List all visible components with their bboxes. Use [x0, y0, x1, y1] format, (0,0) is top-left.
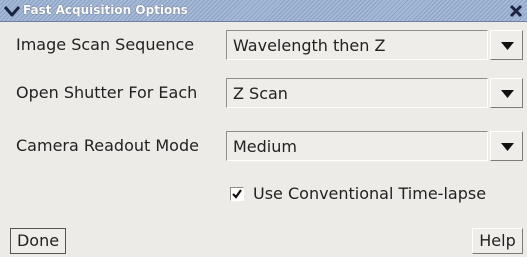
conventional-time-lapse-checkbox[interactable]: [230, 187, 244, 201]
fast-acquisition-options-dialog: Fast Acquisition Options Image Scan Sequ…: [0, 0, 527, 257]
open-shutter-select[interactable]: Z Scan: [226, 78, 488, 108]
image-scan-sequence-select[interactable]: Wavelength then Z: [226, 30, 488, 60]
image-scan-sequence-value: Wavelength then Z: [233, 36, 386, 55]
image-scan-sequence-label: Image Scan Sequence: [16, 35, 195, 54]
done-button[interactable]: Done: [10, 228, 66, 254]
camera-readout-dropdown-button[interactable]: [490, 131, 523, 161]
window-title: Fast Acquisition Options: [23, 3, 188, 17]
triangle-down-icon: [501, 42, 514, 50]
open-shutter-row: Open Shutter For Each Z Scan: [0, 75, 527, 111]
help-button[interactable]: Help: [472, 228, 523, 254]
triangle-down-icon: [501, 143, 514, 151]
conventional-time-lapse-label: Use Conventional Time-lapse: [253, 184, 487, 203]
triangle-down-icon: [501, 90, 514, 98]
camera-readout-value: Medium: [233, 137, 297, 156]
title-bar[interactable]: Fast Acquisition Options: [0, 0, 527, 22]
open-shutter-value: Z Scan: [233, 84, 288, 103]
camera-readout-row: Camera Readout Mode Medium: [0, 128, 527, 164]
check-icon: [232, 189, 242, 199]
open-shutter-dropdown-button[interactable]: [490, 78, 523, 108]
close-icon[interactable]: [509, 4, 523, 18]
chevron-down-icon[interactable]: [4, 4, 20, 18]
image-scan-sequence-row: Image Scan Sequence Wavelength then Z: [0, 27, 527, 63]
camera-readout-label: Camera Readout Mode: [16, 136, 199, 155]
camera-readout-select[interactable]: Medium: [226, 131, 488, 161]
open-shutter-label: Open Shutter For Each: [16, 83, 198, 102]
image-scan-sequence-dropdown-button[interactable]: [490, 30, 523, 60]
